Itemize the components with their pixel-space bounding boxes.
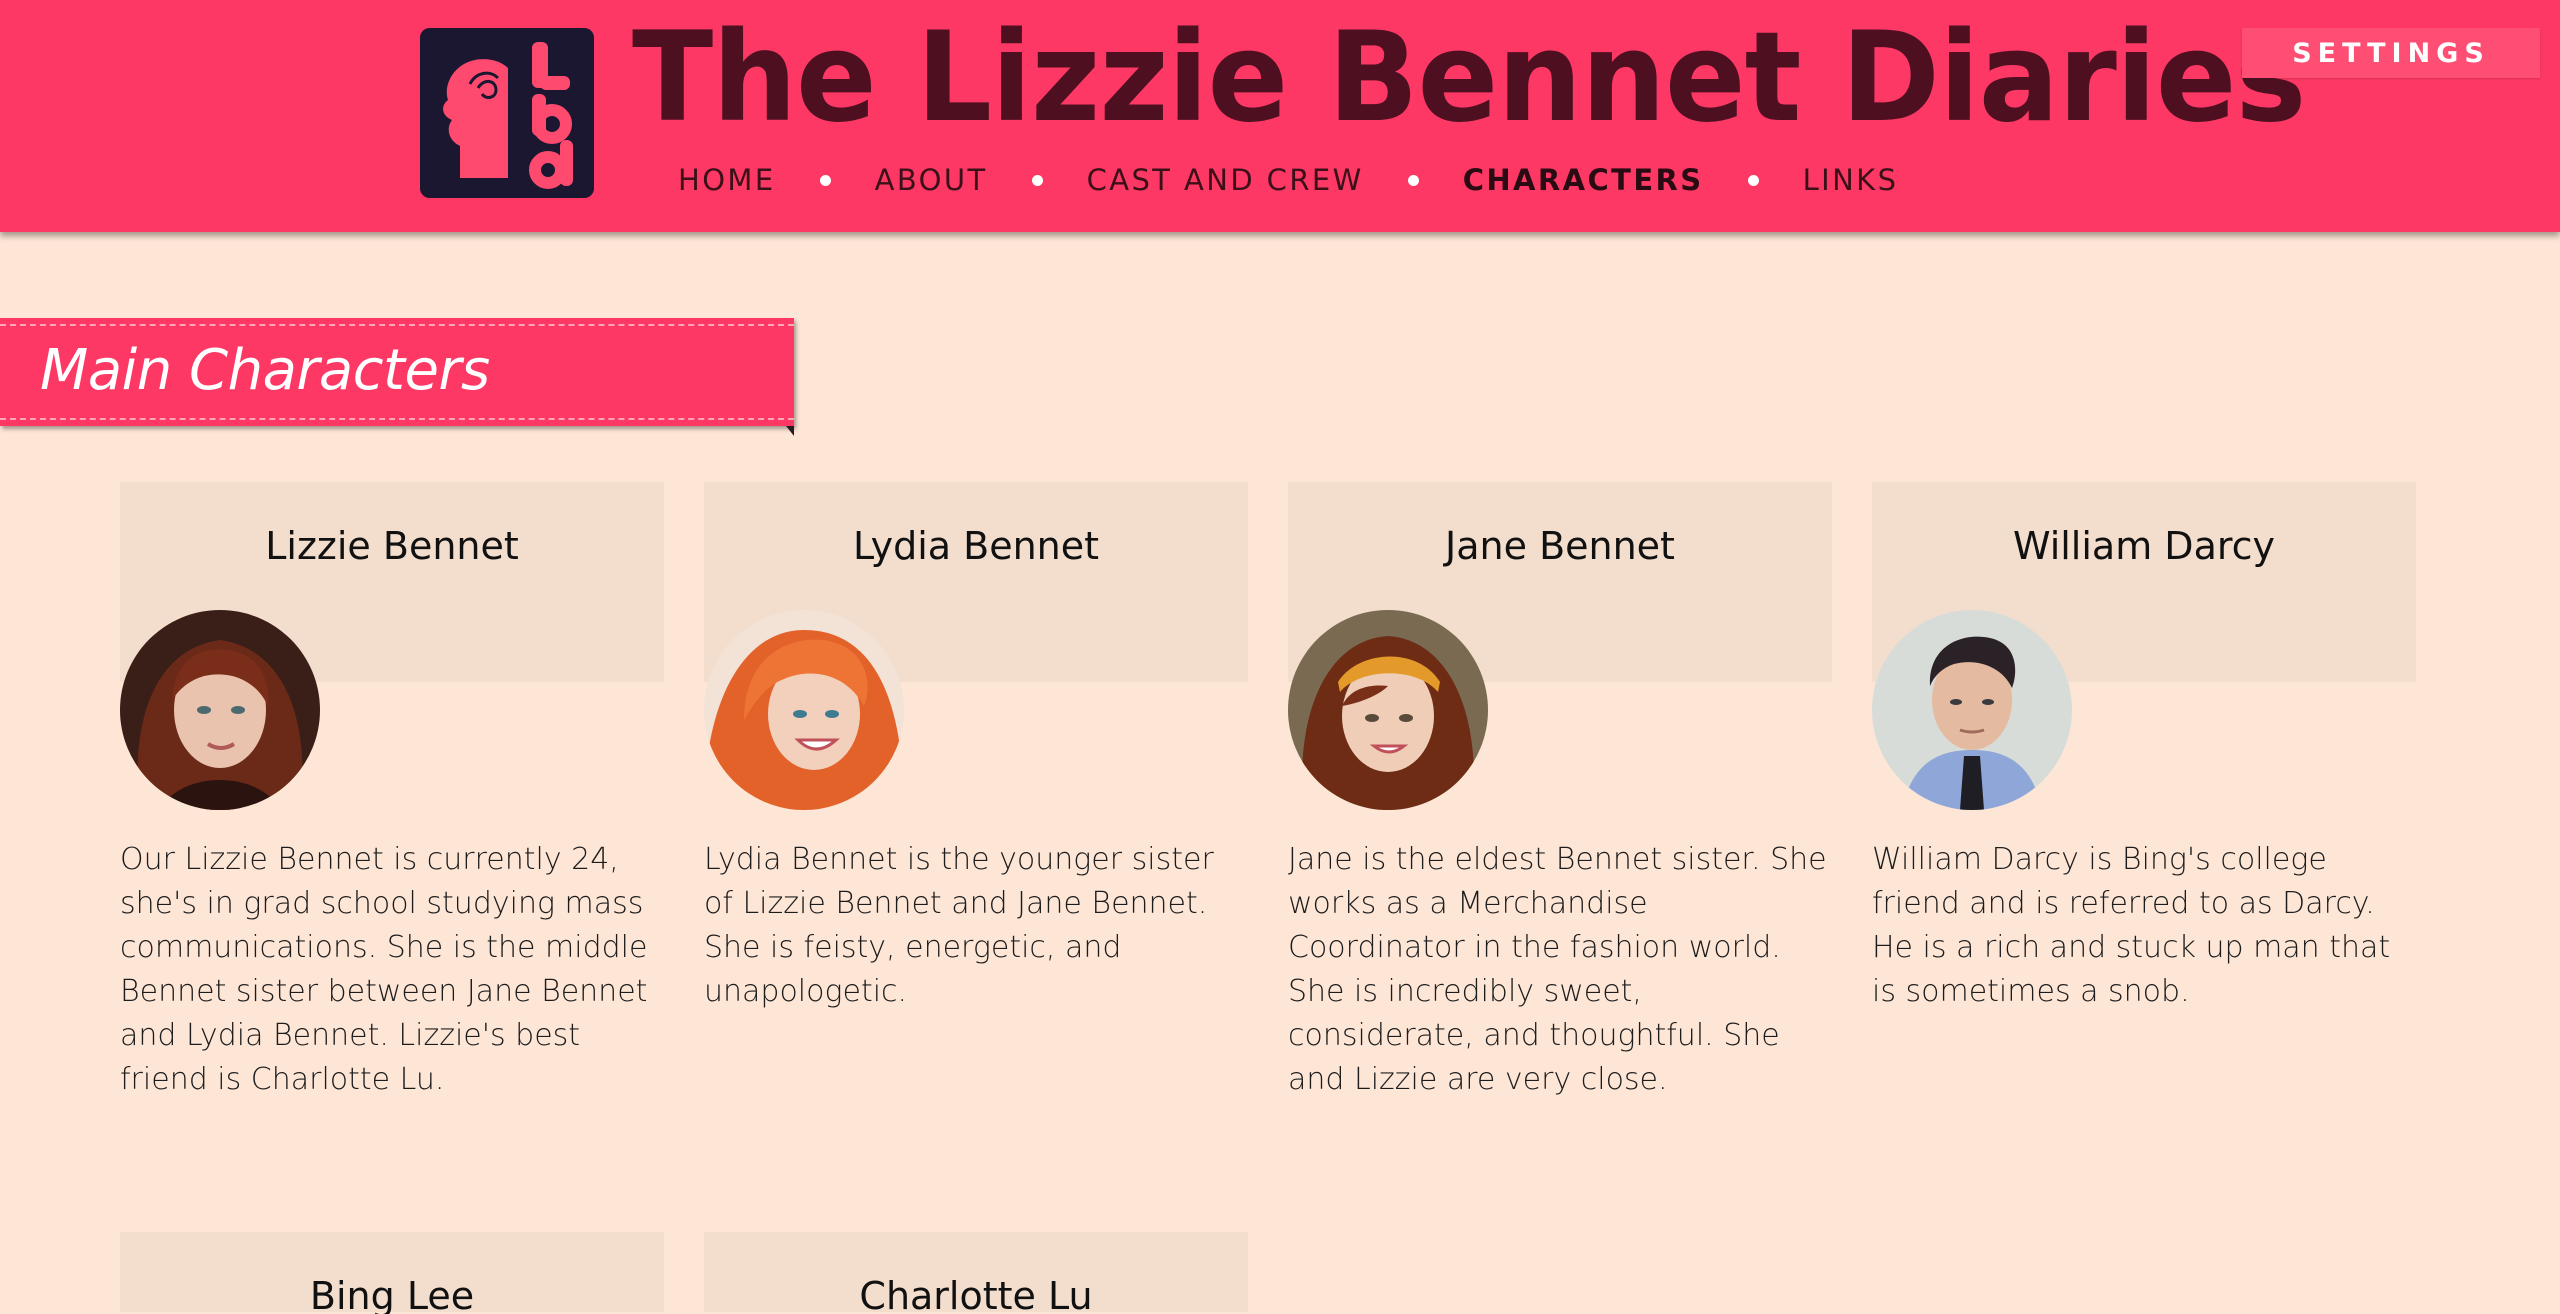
character-description: Jane is the eldest Bennet sister. She wo… — [1288, 842, 1827, 1097]
lbd-logo-icon — [420, 28, 594, 198]
nav-separator-dot — [1407, 174, 1419, 186]
portrait-man-tie-icon — [1872, 610, 2072, 810]
character-card: Bing Lee — [120, 1232, 664, 1314]
character-card-header: Charlotte Lu — [704, 1232, 1248, 1314]
site-title[interactable]: The Lizzie Bennet Diaries — [632, 16, 2306, 140]
character-card: Lydia Bennet Lydia Bennet is the younger… — [704, 482, 1248, 1009]
section-title: Main Characters — [40, 338, 490, 403]
character-name: Jane Bennet — [1445, 524, 1675, 568]
character-avatar[interactable] — [120, 610, 320, 810]
nav-separator-dot — [1031, 174, 1043, 186]
character-avatar[interactable] — [704, 610, 904, 810]
character-card: Jane Bennet Jane is the eldest Bennet si… — [1288, 482, 1832, 1097]
nav-links[interactable]: LINKS — [1803, 163, 1899, 197]
character-card: Lizzie Bennet Our Lizzie Bennet is curre… — [120, 482, 664, 1097]
site-header: The Lizzie Bennet Diaries HOME ABOUT CAS… — [0, 0, 2560, 232]
nav-characters[interactable]: CHARACTERS — [1463, 163, 1704, 197]
portrait-orange-hair-icon — [704, 610, 904, 810]
character-name: Lydia Bennet — [852, 524, 1100, 568]
character-card: Charlotte Lu — [704, 1232, 1248, 1314]
character-card-header: Bing Lee — [120, 1232, 664, 1314]
character-name: Charlotte Lu — [859, 1274, 1093, 1314]
portrait-headband-icon — [1288, 610, 1488, 810]
ribbon-fold — [786, 426, 794, 436]
character-card: William Darcy William Darcy is Bing's co… — [1872, 482, 2416, 1009]
character-description: Lydia Bennet is the younger sister of Li… — [704, 842, 1214, 1009]
main-nav: HOME ABOUT CAST AND CREW CHARACTERS LINK… — [678, 160, 1898, 200]
site-logo[interactable] — [420, 28, 594, 198]
nav-about[interactable]: ABOUT — [875, 163, 988, 197]
section-ribbon: Main Characters — [0, 318, 794, 426]
settings-button[interactable]: SETTINGS — [2242, 28, 2540, 78]
character-description: William Darcy is Bing's college friend a… — [1872, 842, 2391, 1009]
nav-home[interactable]: HOME — [678, 163, 776, 197]
nav-separator-dot — [1747, 174, 1759, 186]
nav-cast-and-crew[interactable]: CAST AND CREW — [1087, 163, 1364, 197]
character-name: Bing Lee — [309, 1274, 475, 1314]
character-avatar[interactable] — [1872, 610, 2072, 810]
portrait-auburn-hair-icon — [120, 610, 320, 810]
nav-separator-dot — [819, 174, 831, 186]
character-name: William Darcy — [2012, 524, 2276, 568]
character-name: Lizzie Bennet — [265, 524, 519, 568]
character-avatar[interactable] — [1288, 610, 1488, 810]
character-description: Our Lizzie Bennet is currently 24, she's… — [120, 842, 648, 1097]
